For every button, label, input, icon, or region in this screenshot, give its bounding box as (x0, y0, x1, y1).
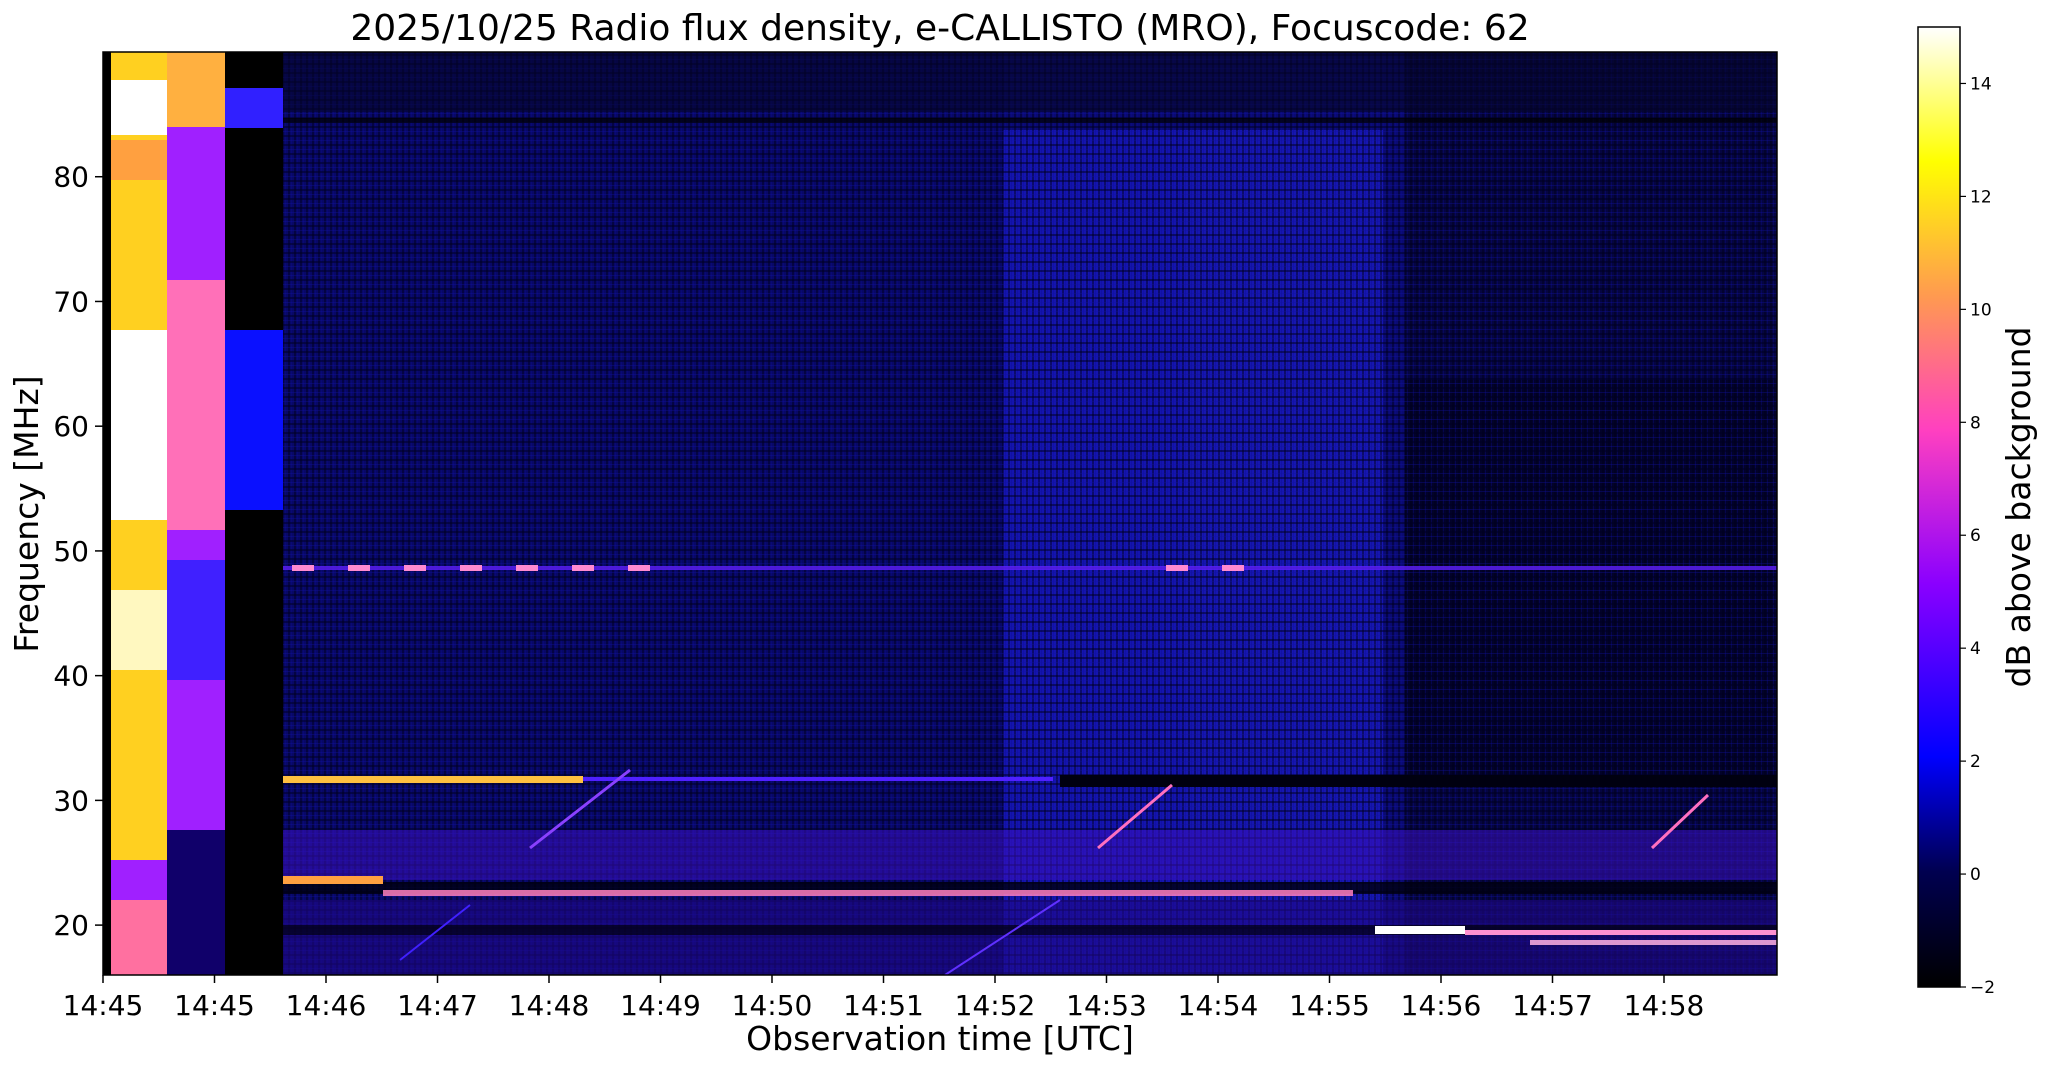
x-tick-label: 14:55 (1289, 989, 1370, 1022)
colorbar-tick-label: 2 (1970, 752, 1981, 772)
x-tick-label: 14:57 (1512, 989, 1593, 1022)
colorbar-tick-label: 4 (1970, 639, 1981, 659)
calib-col2-orange-low (111, 900, 167, 975)
colorbar-tick-label: 10 (1970, 300, 1992, 320)
calib-column-4 (225, 52, 283, 975)
x-axis-ticks: 14:45 14:45 14:46 14:47 14:48 14:49 14:50 14:51… (63, 975, 1705, 1022)
x-tick-label: 14:49 (620, 989, 701, 1022)
rfi-line-22mhz (383, 890, 1353, 896)
calib-col2-white-low (111, 590, 167, 670)
calib-col2-purple-low (111, 860, 167, 900)
colorbar-tick-label: −2 (1970, 978, 1995, 998)
rfi-line-18mhz (1530, 940, 1777, 945)
colorbar-tick-label: 0 (1970, 865, 1981, 885)
colorbar: −2 0 2 4 6 8 10 12 14 dB above background (1917, 26, 2038, 998)
rfi-line-23mhz-orange (283, 876, 383, 884)
low-band-noise (283, 830, 1777, 880)
y-tick-label: 50 (53, 535, 89, 568)
calib-column-1 (103, 52, 111, 975)
calib-col4-blue-mid (225, 330, 283, 510)
colorbar-gradient (1917, 26, 1961, 988)
calib-col2-white-mid (111, 330, 167, 520)
calib-col3-orange-top (167, 52, 225, 127)
y-tick-label: 70 (53, 285, 89, 318)
x-tick-label: 14:45 (63, 989, 144, 1022)
chart-title: 2025/10/25 Radio flux density, e-CALLIST… (350, 8, 1529, 49)
y-axis-ticks: 20 30 40 50 60 70 80 (53, 161, 103, 942)
y-tick-label: 30 (53, 784, 89, 817)
rfi-line-48mhz (283, 566, 1777, 570)
x-tick-label: 14:48 (509, 989, 590, 1022)
x-tick-label: 14:45 (174, 989, 255, 1022)
top-dark-band (283, 52, 1777, 112)
rfi-line-19mhz (1465, 930, 1777, 935)
spectrogram-figure: 20304050607080 14:45 14:45 14:46 14:47 14:48… (7, 8, 2038, 1058)
x-tick-label: 14:58 (1624, 989, 1705, 1022)
colorbar-tick-label: 14 (1970, 74, 1992, 94)
y-tick-label: 60 (53, 410, 89, 443)
colorbar-ticks: −2 0 2 4 6 8 10 12 14 (1960, 74, 1995, 998)
colorbar-tick-label: 8 (1970, 413, 1981, 433)
calib-col4-blue-top (225, 88, 283, 128)
x-tick-label: 14:52 (955, 989, 1036, 1022)
x-tick-label: 14:54 (1178, 989, 1259, 1022)
rfi-line-31mhz-dark (1060, 775, 1777, 787)
y-tick-label: 20 (53, 909, 89, 942)
calib-col2-orange-1 (111, 140, 167, 180)
y-tick-label: 80 (53, 161, 89, 194)
x-tick-label: 14:53 (1066, 989, 1147, 1022)
rfi-line-31mhz (283, 776, 583, 783)
x-tick-label: 14:56 (1401, 989, 1482, 1022)
rfi-line-19mhz-bright (1375, 926, 1465, 934)
y-tick-label: 40 (53, 660, 89, 693)
rfi-line-31mhz-tail (583, 777, 1053, 781)
calib-col2-white-top (111, 80, 167, 135)
y-axis-label: Frequency [MHz] (7, 375, 46, 652)
x-tick-label: 14:51 (843, 989, 924, 1022)
colorbar-tick-label: 6 (1970, 526, 1981, 546)
x-axis-label: Observation time [UTC] (746, 1019, 1134, 1058)
x-tick-label: 14:47 (397, 989, 478, 1022)
low-band-noise-2 (283, 900, 1777, 975)
x-tick-label: 14:46 (286, 989, 367, 1022)
colorbar-label: dB above background (1999, 327, 2038, 688)
calib-col3-pink (167, 280, 225, 530)
top-line-84 (283, 118, 1777, 123)
calib-col3-low-dark (167, 830, 225, 975)
spectrogram-plot-area (103, 52, 1777, 975)
calib-col3-blue (167, 560, 225, 680)
colorbar-tick-label: 12 (1970, 187, 1992, 207)
x-tick-label: 14:50 (732, 989, 813, 1022)
